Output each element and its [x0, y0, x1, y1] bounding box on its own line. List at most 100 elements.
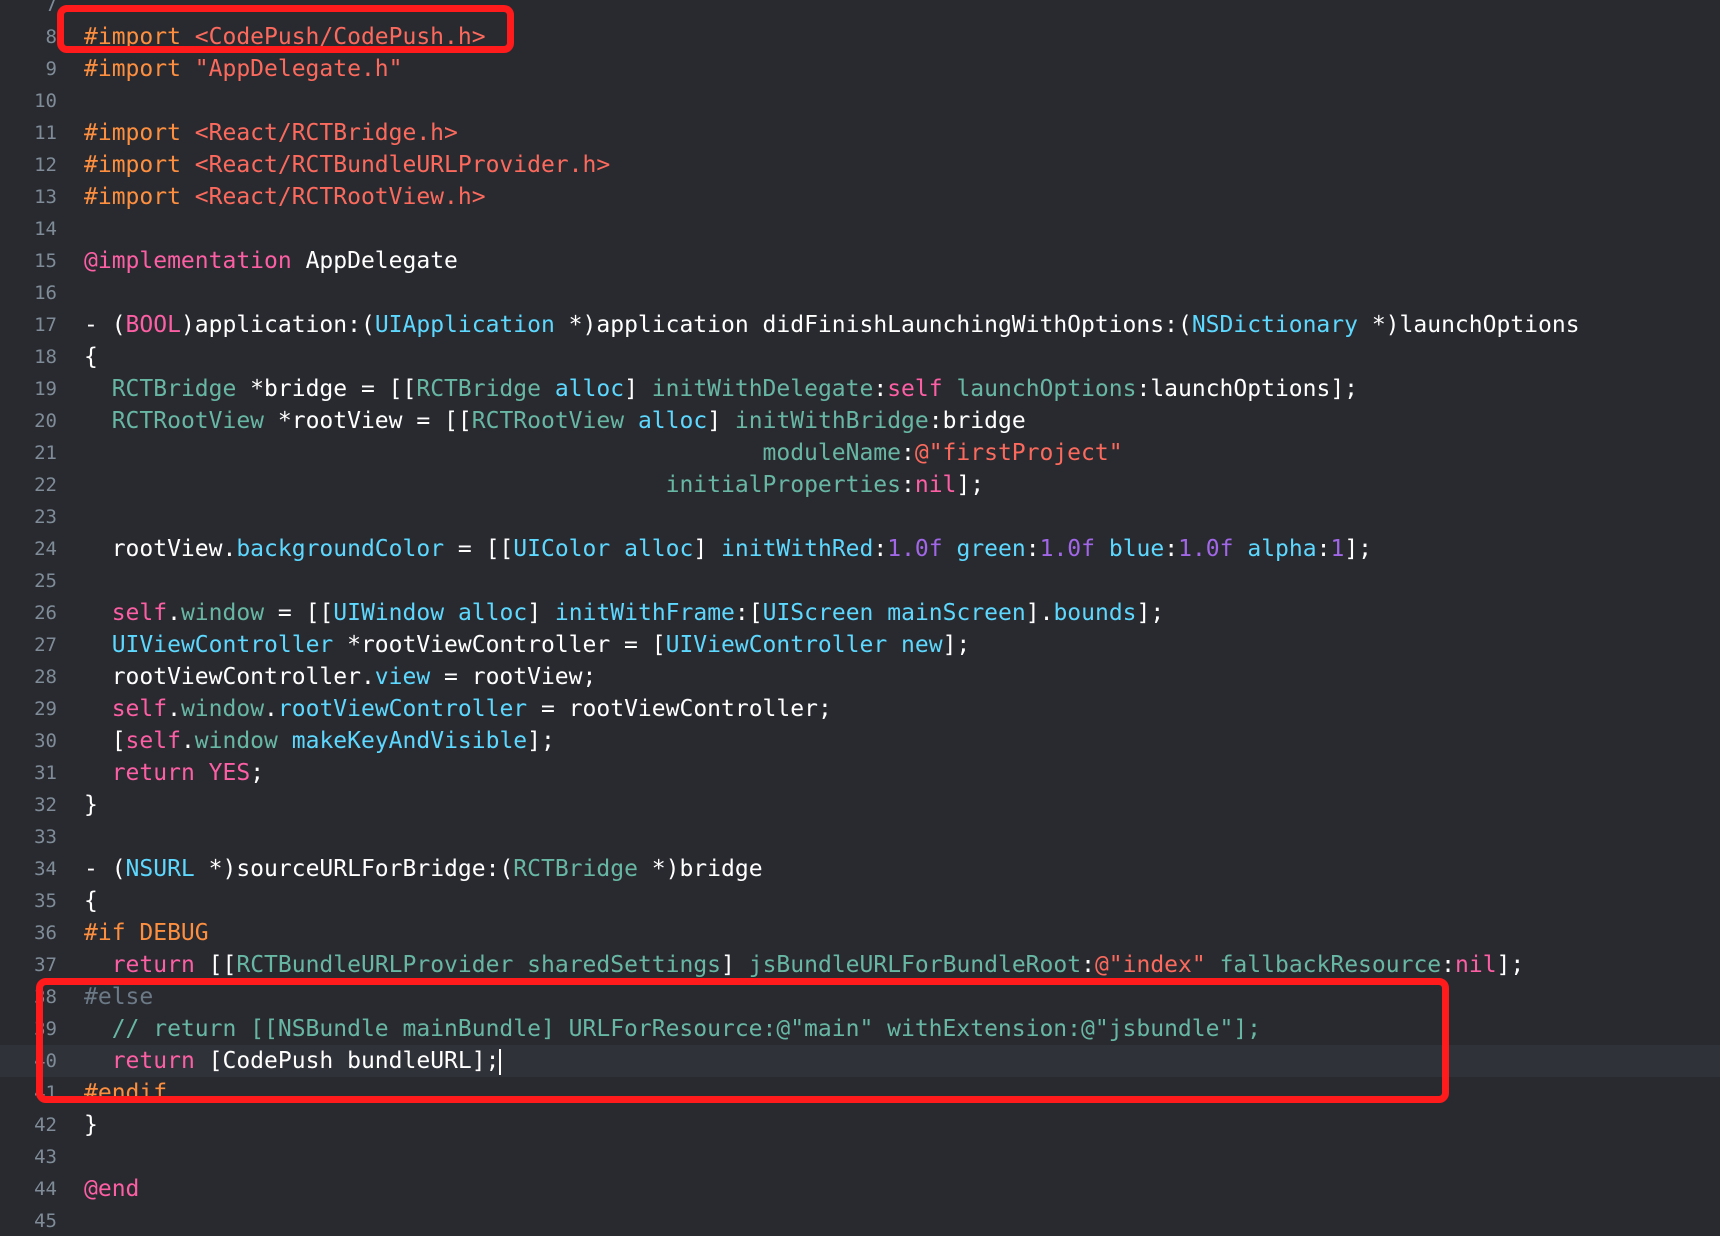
code-line[interactable]: 38 #else [0, 981, 1720, 1013]
code-line[interactable]: 22 initialProperties:nil]; [0, 469, 1720, 501]
code-token: [CodePush bundleURL]; [194, 1048, 500, 1074]
code-token: ] [721, 952, 749, 978]
code-line[interactable]: 45 [0, 1205, 1720, 1236]
code-token: UIColor [513, 536, 611, 562]
code-line[interactable]: 11 #import <React/RCTBridge.h> [0, 117, 1720, 149]
code-line[interactable]: 8 #import <CodePush/CodePush.h> [0, 21, 1720, 53]
code-line[interactable]: 21 moduleName:@"firstProject" [0, 437, 1720, 469]
code-token: sharedSettings [527, 952, 722, 978]
current-code-line[interactable]: 40 return [CodePush bundleURL]; [0, 1045, 1720, 1077]
code-token: nil [914, 472, 957, 498]
code-token: { [84, 344, 98, 370]
code-line[interactable]: 31 return YES; [0, 757, 1720, 789]
code-line[interactable]: 32} [0, 789, 1720, 821]
code-line[interactable]: 29 self.window.rootViewController = root… [0, 693, 1720, 725]
line-text: @end [84, 1173, 139, 1205]
code-token: green [956, 536, 1026, 562]
code-line[interactable]: 15 @implementation AppDelegate [0, 245, 1720, 277]
line-text: - (NSURL *)sourceURLForBridge:(RCTBridge… [84, 853, 763, 885]
code-token: RCTRootView [111, 408, 265, 434]
code-line[interactable]: 35 { [0, 885, 1720, 917]
code-token: RCTBridge [416, 376, 541, 402]
code-token: <React/RCTBridge.h> [194, 120, 458, 146]
line-number: 8 [45, 26, 57, 48]
line-number: 35 [34, 890, 57, 912]
line-text: rootViewController.view = rootView; [84, 661, 597, 693]
code-token: initWithFrame [554, 600, 735, 626]
code-line[interactable]: 24 rootView.backgroundColor = [[UIColor … [0, 533, 1720, 565]
code-line[interactable]: 25 [0, 565, 1720, 597]
code-token: <React/RCTRootView.h> [194, 184, 486, 210]
code-token: @implementation [84, 248, 292, 274]
code-token: 1.0f [1039, 536, 1095, 562]
code-token: ] [624, 376, 652, 402]
code-line[interactable]: 9 #import "AppDelegate.h" [0, 53, 1720, 85]
code-token: *rootViewController = [ [333, 632, 666, 658]
code-token: <React/RCTBundleURLProvider.h> [194, 152, 611, 178]
code-line[interactable]: 37 return [[RCTBundleURLProvider sharedS… [0, 949, 1720, 981]
code-token: : [901, 440, 915, 466]
line-text: self.window.rootViewController = rootVie… [84, 693, 832, 725]
code-token: : [1164, 536, 1179, 562]
code-line[interactable]: 42} [0, 1109, 1720, 1141]
line-number: 36 [34, 922, 57, 944]
code-lines[interactable]: 7 8 #import <CodePush/CodePush.h> 9 #import … [0, 0, 1720, 1236]
code-line[interactable]: 7 [0, 0, 1720, 21]
code-line[interactable]: 10 [0, 85, 1720, 117]
line-text: self.window = [[UIWindow alloc] initWith… [84, 597, 1165, 629]
code-token: *rootView = [[ [264, 408, 472, 434]
code-line[interactable]: 41 #endif [0, 1077, 1720, 1109]
line-text: RCTRootView *rootView = [[RCTRootView al… [84, 405, 1026, 437]
code-line[interactable]: 30 [self.window makeKeyAndVisible]; [0, 725, 1720, 757]
code-line[interactable]: 44 @end [0, 1173, 1720, 1205]
code-token: jsBundleURLForBundleRoot [748, 952, 1082, 978]
code-line[interactable]: 33 [0, 821, 1720, 853]
code-line[interactable]: 20 RCTRootView *rootView = [[RCTRootView… [0, 405, 1720, 437]
code-token: *)sourceURLForBridge:( [194, 856, 514, 882]
code-token: mainScreen [887, 600, 1026, 626]
code-line[interactable]: 39 // return [[NSBundle mainBundle] URLF… [0, 1013, 1720, 1045]
code-line[interactable]: 19 RCTBridge *bridge = [[RCTBridge alloc… [0, 373, 1720, 405]
code-line[interactable]: 27 UIViewController *rootViewController … [0, 629, 1720, 661]
code-token: #import [84, 184, 195, 210]
line-text: moduleName:@"firstProject" [84, 437, 1123, 469]
code-line[interactable]: 12 #import <React/RCTBundleURLProvider.h> [0, 149, 1720, 181]
code-line[interactable]: 26 self.window = [[UIWindow alloc] initW… [0, 597, 1720, 629]
line-number: 27 [34, 634, 57, 656]
code-line[interactable]: 43 [0, 1141, 1720, 1173]
code-token: 1 [1330, 536, 1345, 562]
line-number: 17 [34, 314, 57, 336]
code-line[interactable]: 34 - (NSURL *)sourceURLForBridge:(RCTBrid… [0, 853, 1720, 885]
code-token: @"firstProject" [914, 440, 1123, 466]
code-line[interactable]: 16 [0, 277, 1720, 309]
code-line[interactable]: 14 [0, 213, 1720, 245]
code-line[interactable]: 28 rootViewController.view = rootView; [0, 661, 1720, 693]
code-token: *bridge = [[ [236, 376, 417, 402]
code-token: self [125, 728, 181, 754]
code-token: initWithDelegate [651, 376, 874, 402]
code-line[interactable]: 13 #import <React/RCTRootView.h> [0, 181, 1720, 213]
line-text: @implementation AppDelegate [84, 245, 458, 277]
code-token: #import [84, 152, 195, 178]
code-line[interactable]: 36 #if DEBUG [0, 917, 1720, 949]
code-line[interactable]: 23 [0, 501, 1720, 533]
code-line[interactable]: 17 - (BOOL)application:(UIApplication *)a… [0, 309, 1720, 341]
code-line[interactable]: 18 { [0, 341, 1720, 373]
line-text: // return [[NSBundle mainBundle] URLForR… [84, 1013, 1261, 1045]
code-token: ] [707, 408, 735, 434]
code-token: UIScreen [762, 600, 874, 626]
code-token: NSURL [125, 856, 195, 882]
line-number: 26 [34, 602, 57, 624]
line-number: 38 [34, 986, 57, 1008]
code-token: bounds [1053, 600, 1137, 626]
code-editor[interactable]: 7 8 #import <CodePush/CodePush.h> 9 #import … [0, 0, 1720, 1236]
code-token: - ( [84, 312, 126, 338]
